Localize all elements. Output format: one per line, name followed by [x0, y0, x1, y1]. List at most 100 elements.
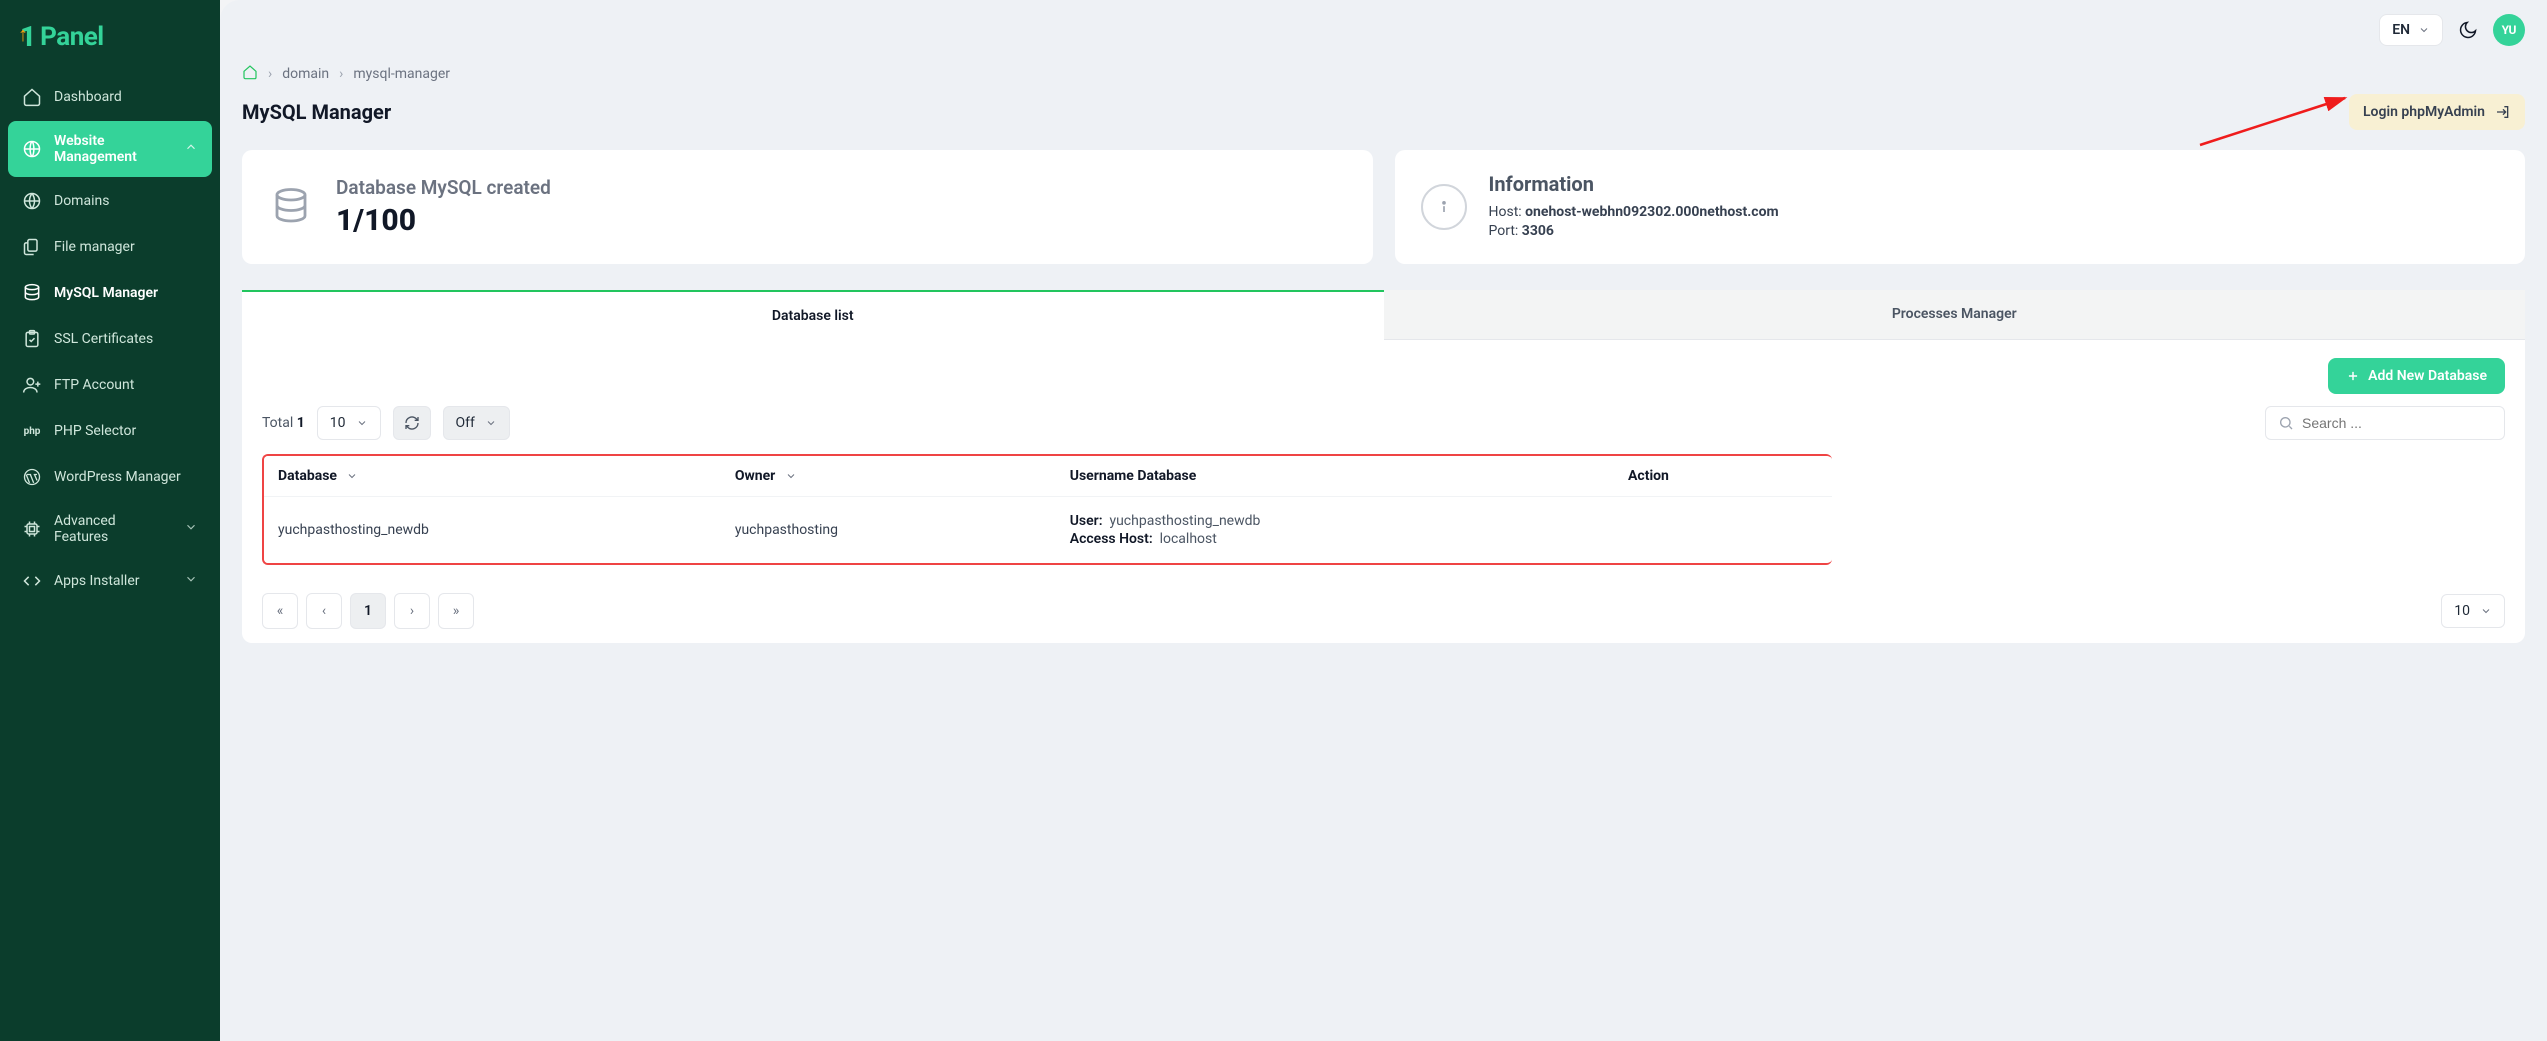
home-icon[interactable]: [242, 64, 258, 84]
chevron-down-icon: [2480, 605, 2492, 617]
moon-icon: [2458, 20, 2478, 40]
sidebar-item-label: PHP Selector: [54, 423, 136, 439]
search-input[interactable]: [2302, 415, 2492, 431]
sidebar-item-php[interactable]: php PHP Selector: [8, 409, 212, 453]
sidebar-item-dashboard[interactable]: Dashboard: [8, 75, 212, 119]
pager-first[interactable]: «: [262, 593, 298, 629]
database-icon: [268, 184, 314, 230]
user-avatar[interactable]: YU: [2493, 14, 2525, 46]
chevron-right-icon: ›: [268, 66, 272, 82]
chevron-up-icon: [184, 140, 198, 158]
col-action: Action: [1614, 456, 1832, 497]
col-database[interactable]: Database: [264, 456, 721, 497]
language-label: EN: [2392, 22, 2410, 38]
files-icon: [22, 237, 42, 257]
autorefresh-select[interactable]: Off: [443, 406, 510, 440]
pager-prev[interactable]: ‹: [306, 593, 342, 629]
chevron-right-icon: ›: [339, 66, 343, 82]
avatar-initials: YU: [2502, 23, 2517, 37]
tab-processes-manager[interactable]: Processes Manager: [1384, 290, 2526, 340]
sidebar-item-label: MySQL Manager: [54, 285, 158, 301]
database-table: Database Owner Username Da: [264, 456, 1832, 563]
sidebar-item-label: Apps Installer: [54, 573, 140, 589]
sidebar-item-label: Dashboard: [54, 89, 122, 105]
tab-database-list[interactable]: Database list: [242, 290, 1384, 340]
sidebar-item-label: FTP Account: [54, 377, 134, 393]
logo-mark-icon: ↑1: [20, 20, 36, 53]
info-icon: [1421, 184, 1467, 230]
login-phpmyadmin-button[interactable]: Login phpMyAdmin: [2349, 94, 2525, 130]
globe-icon: [22, 191, 42, 211]
sidebar-item-apps-installer[interactable]: Apps Installer: [8, 559, 212, 603]
chevron-down-icon: [356, 417, 368, 429]
home-icon: [22, 87, 42, 107]
port-line: Port: 3306: [1489, 223, 1779, 239]
pager-next[interactable]: ›: [394, 593, 430, 629]
sidebar-item-label: File manager: [54, 239, 135, 255]
information-card: Information Host: onehost-webhn092302.00…: [1395, 150, 2526, 264]
main-content: EN YU › domain › mysql-manager MySQL: [220, 0, 2547, 1041]
database-icon: [22, 283, 42, 303]
created-label: Database MySQL created: [336, 176, 551, 199]
sort-icon: [785, 470, 797, 482]
logo-text: Panel: [40, 22, 104, 52]
login-icon: [2495, 104, 2511, 120]
tabs: Database list Processes Manager: [242, 290, 2525, 340]
sidebar-item-label: Advanced Features: [54, 513, 172, 545]
created-value: 1/100: [336, 203, 551, 238]
breadcrumb-current: mysql-manager: [353, 66, 450, 82]
code-icon: [22, 571, 42, 591]
sidebar-item-label: WordPress Manager: [54, 469, 181, 485]
sidebar-item-mysql-manager[interactable]: MySQL Manager: [8, 271, 212, 315]
database-count-card: Database MySQL created 1/100: [242, 150, 1373, 264]
topbar: EN YU: [220, 0, 2547, 46]
theme-toggle[interactable]: [2457, 19, 2479, 41]
cpu-icon: [22, 519, 42, 539]
plus-icon: [2346, 369, 2360, 383]
login-pma-label: Login phpMyAdmin: [2363, 104, 2485, 120]
search-icon: [2278, 415, 2294, 431]
chevron-down-icon: [485, 417, 497, 429]
sidebar-item-ssl[interactable]: SSL Certificates: [8, 317, 212, 361]
refresh-button[interactable]: [393, 406, 431, 440]
user-plus-icon: [22, 375, 42, 395]
breadcrumb-parent[interactable]: domain: [282, 66, 329, 82]
pagination: « ‹ 1 › »: [262, 593, 474, 629]
cell-actions: [1614, 497, 1832, 564]
page-title: MySQL Manager: [242, 100, 391, 124]
sidebar-item-wordpress[interactable]: WordPress Manager: [8, 455, 212, 499]
clipboard-check-icon: [22, 329, 42, 349]
col-owner[interactable]: Owner: [721, 456, 1056, 497]
sidebar-item-domains[interactable]: Domains: [8, 179, 212, 223]
total-count: Total 1: [262, 415, 305, 431]
language-selector[interactable]: EN: [2379, 14, 2443, 46]
logo[interactable]: ↑1 Panel: [8, 10, 212, 73]
sidebar-item-ftp[interactable]: FTP Account: [8, 363, 212, 407]
sort-icon: [346, 470, 358, 482]
annotation-arrow-icon: [2195, 90, 2355, 150]
pager-page-1[interactable]: 1: [350, 593, 386, 629]
php-icon: php: [22, 421, 42, 441]
wordpress-icon: [22, 467, 42, 487]
sidebar-item-label: Website Management: [54, 133, 172, 165]
chevron-down-icon: [184, 572, 198, 590]
cell-owner: yuchpasthosting: [721, 497, 1056, 564]
sidebar-item-file-manager[interactable]: File manager: [8, 225, 212, 269]
page-size-select[interactable]: 10: [317, 406, 381, 440]
search-box[interactable]: [2265, 406, 2505, 440]
chevron-down-icon: [2418, 24, 2430, 36]
sidebar-item-advanced[interactable]: Advanced Features: [8, 501, 212, 557]
cell-username-database: User: yuchpasthosting_newdb Access Host:…: [1056, 497, 1614, 564]
refresh-icon: [404, 415, 420, 431]
cell-database: yuchpasthosting_newdb: [264, 497, 721, 564]
add-new-database-button[interactable]: Add New Database: [2328, 358, 2505, 394]
globe-settings-icon: [22, 139, 42, 159]
sidebar: ↑1 Panel Dashboard Website Management Do…: [0, 0, 220, 1041]
info-title: Information: [1489, 172, 1779, 196]
sidebar-item-label: Domains: [54, 193, 109, 209]
sidebar-item-label: SSL Certificates: [54, 331, 153, 347]
perpage-select[interactable]: 10: [2441, 594, 2505, 628]
breadcrumb: › domain › mysql-manager: [242, 64, 2525, 84]
sidebar-item-website-management[interactable]: Website Management: [8, 121, 212, 177]
pager-last[interactable]: »: [438, 593, 474, 629]
